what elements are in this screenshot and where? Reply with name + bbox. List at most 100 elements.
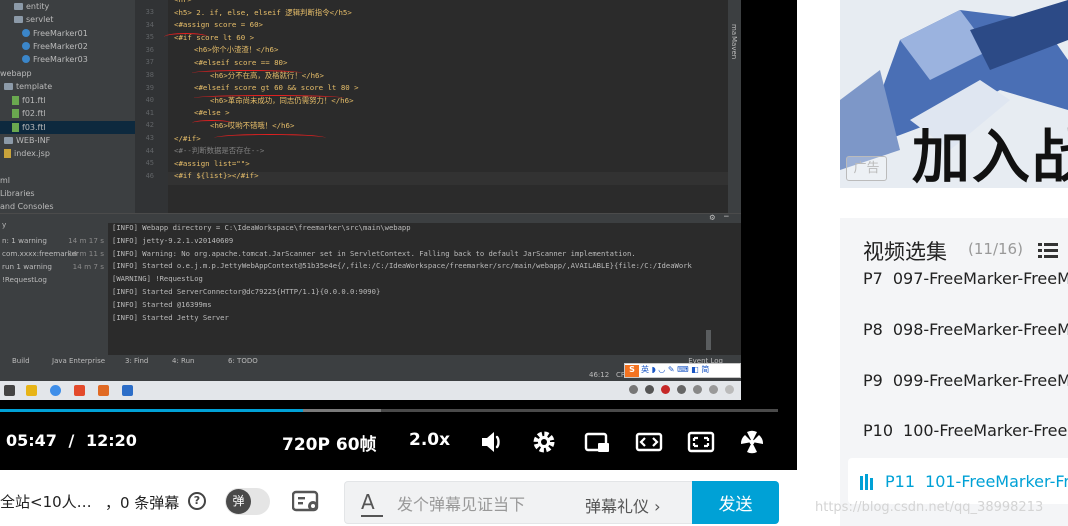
ad-headline: 加入战 (912, 123, 1068, 188)
tool-window-button[interactable]: 3: Find (125, 357, 148, 365)
folder-icon (4, 137, 13, 144)
line-number: 42 (145, 121, 154, 130)
console-line: [INFO] Started ServerConnector@dc79225{H… (112, 286, 381, 296)
tool-window-button[interactable]: 4: Run (172, 357, 194, 365)
danmaku-toggle[interactable]: 弹 (225, 488, 270, 515)
run-item[interactable]: n: 1 warning 14 m 17 s (2, 234, 106, 247)
episode-item[interactable]: P10 100-FreeMarker-FreeMark (863, 421, 1068, 440)
episode-title: 099-FreeMarker-FreeMark (892, 371, 1068, 390)
tree-item-label: and Consoles (0, 202, 54, 211)
danmaku-settings-icon[interactable] (292, 490, 322, 514)
tree-item-label: Libraries (0, 189, 35, 198)
run-item[interactable]: run 1 warning 14 m 7 s (2, 260, 106, 273)
progress-bar[interactable] (0, 409, 778, 412)
watermark: https://blog.csdn.net/qq_38998213 (815, 500, 1044, 515)
help-icon[interactable]: ? (188, 492, 206, 510)
tree-item[interactable]: and Consoles (0, 200, 135, 213)
danmaku-etiquette-link[interactable]: 弹幕礼仪 › (585, 493, 661, 517)
tree-item[interactable]: WEB-INF (0, 134, 135, 147)
code-line: <#--判断数据是否存在--> (174, 146, 265, 156)
browser-icon (50, 385, 61, 396)
tool-window-button[interactable]: Build (12, 357, 30, 365)
settings-icon[interactable] (530, 428, 558, 456)
ide-screen-recording: entity servlet FreeMarker01 FreeMarker02 Fre… (0, 0, 741, 400)
volume-icon[interactable] (478, 428, 506, 456)
tree-item[interactable]: Libraries (0, 187, 135, 200)
episode-item[interactable]: P7 097-FreeMarker-FreeMark (863, 269, 1068, 288)
line-number: 37 (145, 58, 154, 67)
console-scrollbar[interactable] (706, 330, 711, 350)
ime-toolbar: S英 ◗ ◡ ✎ ⌨ ◧ 简 (624, 363, 741, 378)
line-number: 40 (145, 96, 154, 105)
caret-position: 46:12 (589, 371, 610, 379)
ftl-file-icon (12, 123, 19, 132)
run-item-label: !RequestLog (2, 275, 47, 284)
tree-item-label: template (16, 82, 53, 91)
maven-tool-label[interactable]: Maven (730, 36, 738, 59)
send-button[interactable]: 发送 (692, 481, 779, 524)
console-line: [INFO] Started @16399ms (112, 299, 212, 309)
line-number: 34 (145, 20, 154, 29)
episode-item[interactable]: P9 099-FreeMarker-FreeMark (863, 371, 1068, 390)
tree-item[interactable]: entity (0, 0, 135, 13)
tree-item[interactable]: FreeMarker03 (0, 53, 135, 66)
episode-item[interactable]: P8 098-FreeMarker-FreeMark (863, 320, 1068, 339)
minimize-icon[interactable]: − (724, 212, 729, 222)
code-line: <#assign score = 60> (174, 20, 263, 30)
list-view-icon[interactable] (1038, 242, 1058, 258)
taskbar-app-icon (4, 385, 15, 396)
side-tool-label[interactable]: ma (730, 24, 738, 35)
line-number: 43 (145, 134, 154, 142)
line-number: 41 (145, 108, 154, 117)
app-icon (98, 385, 109, 396)
run-item-time: 14 m 17 s (68, 236, 104, 245)
tray-icon (709, 385, 718, 394)
episode-title: 098-FreeMarker-FreeMark (892, 320, 1068, 339)
episode-title: 097-FreeMarker-FreeMark (892, 269, 1068, 288)
jsp-file-icon (4, 149, 11, 158)
episode-title: 101-FreeMarker-FreeMark (925, 472, 1068, 491)
tool-window-button[interactable]: 6: TODO (228, 357, 258, 365)
tree-item[interactable]: f01.ftl (0, 94, 135, 107)
tree-item[interactable]: FreeMarker02 (0, 40, 135, 53)
class-icon (22, 42, 30, 50)
tree-item-label: WEB-INF (16, 136, 51, 145)
episode-title: 100-FreeMarker-FreeMark (903, 421, 1068, 440)
tree-item[interactable]: FreeMarker01 (0, 27, 135, 40)
tree-item[interactable]: f03.ftl (0, 121, 135, 134)
danmaku-input[interactable] (397, 493, 567, 515)
episode-item[interactable]: P11 101-FreeMarker-FreeMark (885, 472, 1068, 491)
ftl-file-icon (12, 109, 19, 118)
tree-item[interactable]: webapp (0, 67, 135, 80)
run-item[interactable]: !RequestLog (2, 273, 106, 286)
ad-banner[interactable]: 加入战 广告 (840, 0, 1068, 188)
code-line: <h6>哎哟不错哦！</h6> (210, 121, 295, 130)
line-number: 44 (145, 146, 154, 155)
speed-button[interactable]: 2.0x (409, 430, 450, 450)
right-sidebar: 加入战 广告 视频选集 (11/16) P7 097-FreeMarker-Fre… (797, 0, 1068, 526)
class-icon (22, 55, 30, 63)
run-item[interactable]: com.xxxx:freemarker 14 m 11 s (2, 247, 106, 260)
tree-item[interactable]: template (0, 80, 135, 93)
danmaku-count: ，0 条弹幕 (105, 494, 180, 512)
widescreen-icon[interactable] (635, 428, 663, 456)
console-line: [INFO] Warning: No org.apache.tomcat.Jar… (112, 248, 636, 258)
episode-number: P9 (863, 371, 883, 390)
video-player[interactable]: entity servlet FreeMarker01 FreeMarker02 Fre… (0, 0, 797, 470)
tree-item[interactable]: index.jsp (0, 147, 135, 160)
fullscreen-icon[interactable] (687, 428, 715, 456)
quality-button[interactable]: 720P 60帧 (282, 430, 377, 455)
danmaku-font-icon[interactable]: A (361, 490, 375, 514)
danmaku-radiation-icon[interactable] (738, 428, 766, 456)
code-line: <h6>分不在高，及格就行！</h6> (210, 70, 324, 80)
folder-icon (14, 16, 23, 23)
app-icon (74, 385, 85, 396)
tree-item[interactable]: f02.ftl (0, 107, 135, 120)
tool-window-button[interactable]: Java Enterprise (52, 357, 105, 365)
tree-item[interactable]: ml (0, 174, 135, 187)
tree-item[interactable]: servlet (0, 13, 135, 26)
code-line: <h6>你个小渣渣！</h6> (194, 45, 279, 55)
pip-icon[interactable] (583, 428, 611, 456)
line-number: 36 (145, 45, 154, 54)
code-editor: <hr><h5> 2. if, else, elseif 逻辑判断指令</h5>… (164, 0, 728, 213)
